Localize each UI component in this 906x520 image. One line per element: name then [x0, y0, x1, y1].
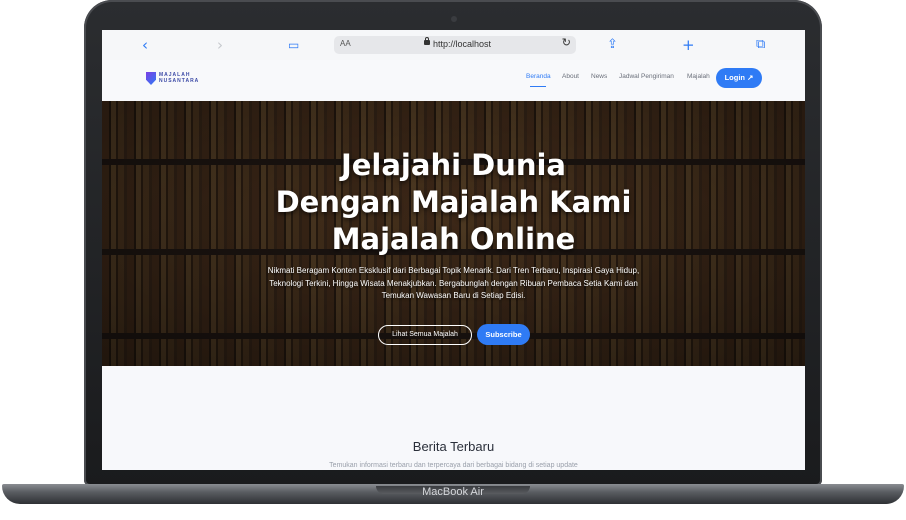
share-icon[interactable]: ⇪ — [607, 36, 618, 54]
nav-news[interactable]: News — [591, 73, 607, 80]
text-size-button[interactable]: AA — [340, 39, 351, 48]
logo-text: MAJALAH NUSANTARA — [159, 72, 200, 84]
reload-icon[interactable]: ↻ — [562, 36, 571, 49]
nav-majalah[interactable]: Majalah — [687, 73, 710, 80]
chevron-right-icon[interactable]: › — [217, 36, 223, 54]
hero-title-line: Majalah Online — [331, 222, 576, 256]
camera-icon — [451, 16, 457, 22]
chevron-left-icon[interactable]: ‹ — [142, 36, 148, 54]
external-link-icon: ↗ — [745, 73, 754, 82]
nav-about[interactable]: About — [562, 73, 579, 80]
shield-logo-icon — [146, 72, 156, 85]
latest-news-section: Berita Terbaru Temukan informasi terbaru… — [102, 366, 805, 470]
book-icon[interactable]: ▭ — [288, 36, 299, 54]
hero-title-line: Dengan Majalah Kami — [275, 185, 632, 219]
section-subtitle: Temukan informasi terbaru dan terpercaya… — [329, 462, 578, 469]
subscribe-button[interactable]: Subscribe — [477, 324, 530, 345]
lock-icon — [424, 37, 430, 45]
login-label: Login — [724, 73, 746, 82]
site-navbar: MAJALAH NUSANTARA Beranda About News Jad… — [102, 60, 805, 101]
url-text[interactable]: http://localhost — [433, 39, 491, 49]
hero-title-line: Jelajahi Dunia — [340, 148, 567, 182]
address-bar[interactable]: AA http://localhost ↻ — [334, 36, 576, 54]
screen: ‹ › ▭ AA http://localhost ↻ ⇪ + ⧉ MAJALA… — [102, 30, 805, 470]
browser-toolbar: ‹ › ▭ AA http://localhost ↻ ⇪ + ⧉ — [102, 30, 805, 61]
nav-beranda[interactable]: Beranda — [526, 73, 551, 80]
login-button[interactable]: Login ↗ — [716, 68, 762, 88]
active-indicator — [530, 86, 546, 87]
tabs-icon[interactable]: ⧉ — [756, 36, 765, 54]
section-title: Berita Terbaru — [412, 439, 495, 454]
nav-jadwal-pengiriman[interactable]: Jadwal Pengiriman — [619, 73, 674, 80]
hero-section: Jelajahi Dunia Dengan Majalah Kami Majal… — [102, 101, 805, 366]
device-label: MacBook Air — [422, 486, 484, 498]
hero-subtitle: Nikmati Beragam Konten Eksklusif dari Be… — [267, 266, 640, 300]
plus-icon[interactable]: + — [682, 36, 695, 54]
view-all-magazines-button[interactable]: Lihat Semua Majalah — [378, 325, 472, 345]
laptop-frame: ‹ › ▭ AA http://localhost ↻ ⇪ + ⧉ MAJALA… — [84, 0, 822, 486]
hero-title: Jelajahi Dunia Dengan Majalah Kami Majal… — [202, 147, 705, 258]
site-logo[interactable]: MAJALAH NUSANTARA — [146, 71, 198, 87]
